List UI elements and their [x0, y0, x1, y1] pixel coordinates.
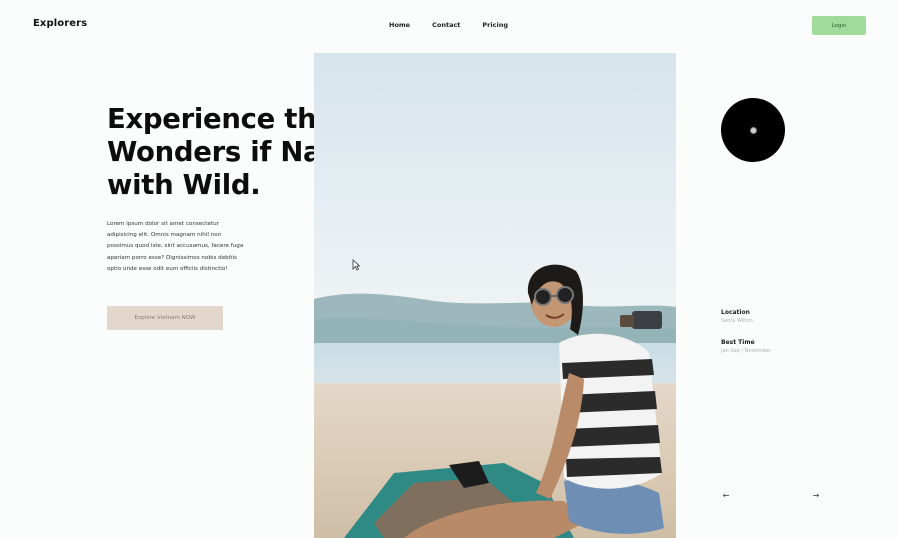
location-label: Location — [721, 309, 750, 316]
best-time-value: Jan-Sep / November — [721, 348, 771, 354]
best-time-label: Best Time — [721, 339, 755, 346]
hero-photo — [314, 53, 676, 538]
best-time-info: Best Time Jan-Sep / November — [721, 339, 771, 354]
hero-body-text: Lorem ipsum dolor sit amet consectetur a… — [107, 221, 244, 272]
main-nav: Home Contact Pricing — [389, 21, 508, 29]
cursor-icon — [352, 259, 360, 271]
arrow-left-icon[interactable]: ← — [719, 489, 733, 503]
arrow-right-icon[interactable]: → — [809, 489, 823, 503]
nav-pricing-link[interactable]: Pricing — [482, 21, 508, 29]
login-button[interactable]: Login — [812, 16, 866, 35]
location-value: Santa Wilton — [721, 318, 753, 324]
disc-center-dot — [749, 126, 757, 134]
brand-logo[interactable]: Explorers — [33, 18, 87, 29]
woman-on-beach-illustration — [344, 264, 664, 538]
landing-page: Explorers Home Contact Pricing Login Exp… — [0, 0, 898, 538]
location-info: Location Santa Wilton — [721, 309, 753, 324]
nav-contact-link[interactable]: Contact — [432, 21, 460, 29]
nav-home-link[interactable]: Home — [389, 21, 410, 29]
disc-icon[interactable] — [721, 98, 785, 162]
explore-button[interactable]: Explore Vietnam NOW — [107, 306, 223, 330]
